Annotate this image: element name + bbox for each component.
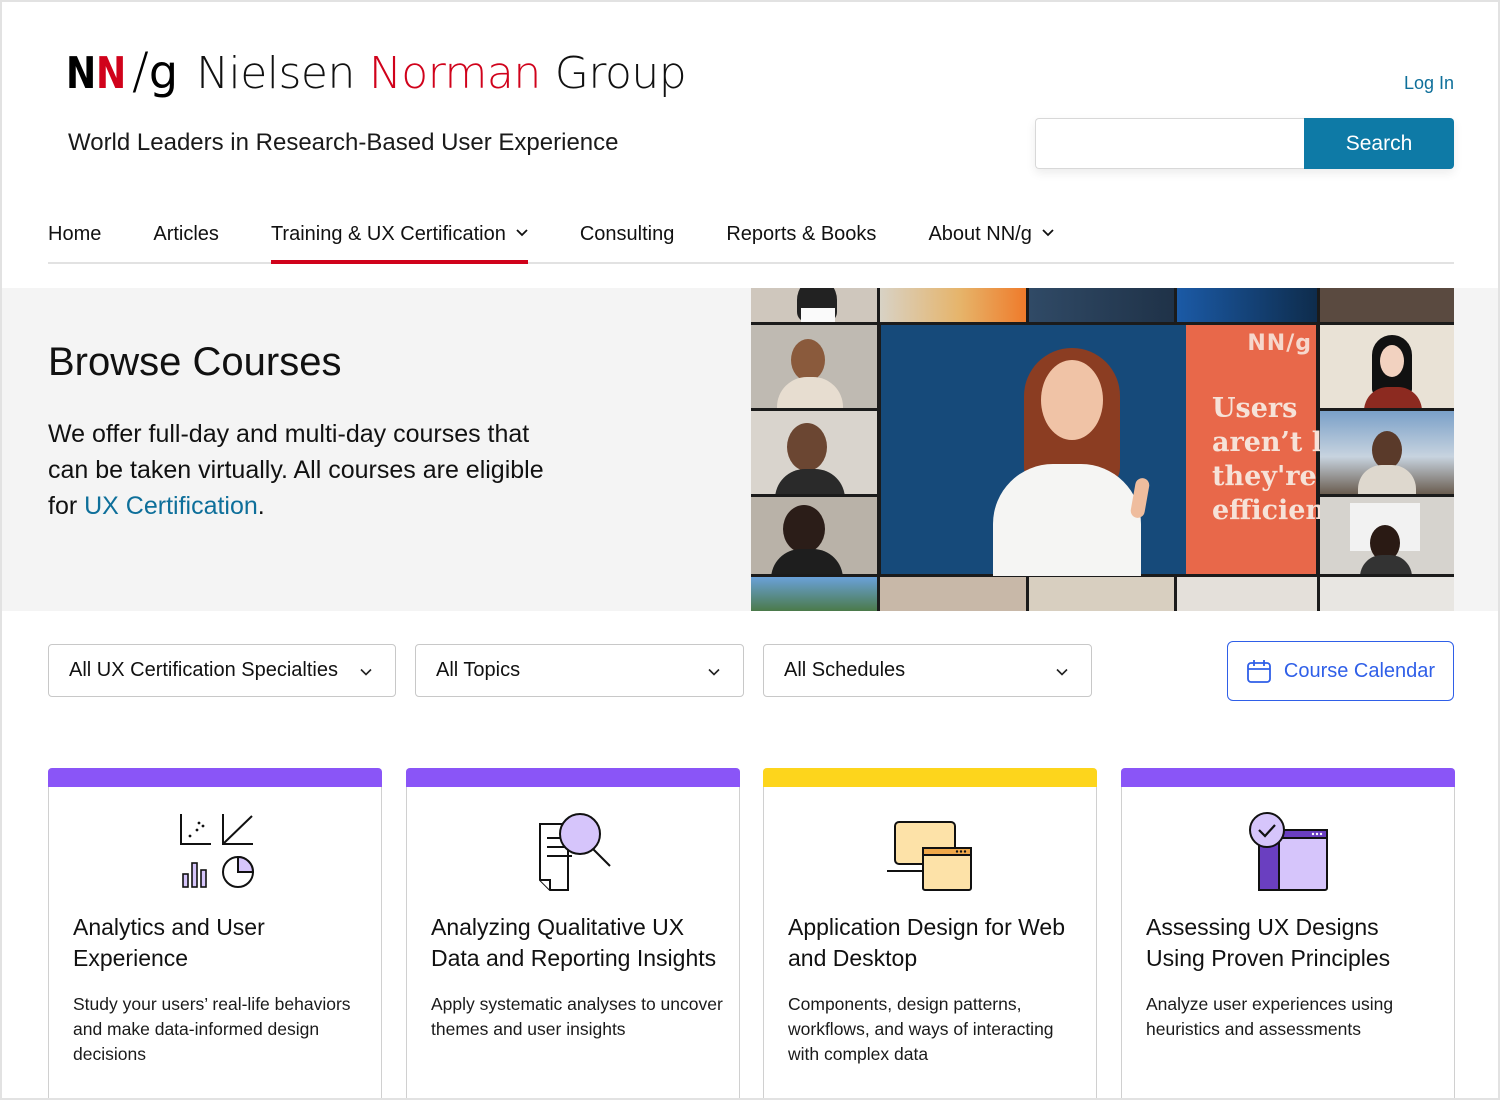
select-value: All UX Certification Specialties (69, 659, 338, 681)
site-tagline: World Leaders in Research-Based User Exp… (68, 129, 619, 156)
hero-text-end: . (257, 492, 265, 520)
nav-item-consulting[interactable]: Consulting (580, 206, 675, 262)
page-title: Browse Courses (48, 340, 342, 384)
page: N N / g Nielsen Norman Group World Leade… (2, 2, 1498, 1098)
participant-tile (1177, 577, 1317, 611)
course-description: Analyze user experiences using heuristic… (1146, 994, 1394, 1039)
course-calendar-button[interactable]: Course Calendar (1227, 641, 1454, 701)
course-card[interactable]: Analytics and User Experience Study your… (48, 768, 382, 1098)
logo-word-norman: Norman (368, 48, 541, 99)
logo-g: g (148, 45, 179, 99)
banner-line: efficient (1212, 495, 1338, 526)
desktop-window-icon (887, 821, 972, 891)
participant-tile (1320, 325, 1454, 408)
logo-n-black: N (66, 48, 98, 99)
nng-banner: NN/g Users aren’t la they're efficient (1186, 325, 1340, 574)
course-title[interactable]: Application Design for Web and Desktop (788, 912, 1084, 974)
analytics-charts-icon (180, 814, 255, 888)
nav-item-label: Articles (153, 222, 219, 245)
participant-tile (751, 325, 877, 408)
course-card[interactable]: Analyzing Qualitative UX Data and Report… (406, 768, 740, 1098)
banner-line: they're (1212, 461, 1317, 492)
course-title[interactable]: Analyzing Qualitative UX Data and Report… (431, 912, 727, 974)
participant-tile (751, 497, 877, 574)
course-calendar-label: Course Calendar (1283, 659, 1436, 682)
nav-item-label: Reports & Books (726, 222, 877, 245)
select-value: All Topics (436, 659, 521, 681)
course-description: Study your users’ real-life behaviors an… (73, 994, 351, 1064)
card-accent-bar (763, 768, 1097, 787)
nav-item-reports-books[interactable]: Reports & Books (726, 206, 876, 262)
course-description: Apply systematic analyses to uncover the… (431, 994, 723, 1039)
search-input[interactable] (1035, 118, 1304, 169)
ux-certification-link[interactable]: UX Certification (84, 492, 258, 520)
course-description: Components, design patterns, workflows, … (788, 994, 1054, 1064)
banner-line: Users (1212, 393, 1298, 424)
nav-item-home[interactable]: Home (48, 206, 101, 262)
logo-slash: / (132, 42, 149, 100)
chevron-down-icon (708, 668, 720, 676)
participant-tile (1029, 288, 1174, 322)
chevron-down-icon (516, 229, 528, 237)
document-magnifier-icon (539, 813, 611, 891)
course-title[interactable]: Analytics and User Experience (73, 912, 369, 974)
course-title[interactable]: Assessing UX Designs Using Proven Princi… (1146, 912, 1442, 974)
card-accent-bar (1121, 768, 1455, 787)
search-form: Search (1035, 118, 1454, 169)
banner-logo: NN/g (1247, 331, 1312, 356)
course-card[interactable]: Assessing UX Designs Using Proven Princi… (1121, 768, 1455, 1098)
schedule-filter-select[interactable]: All Schedules (763, 644, 1092, 697)
checkmark-window-icon (1249, 812, 1328, 891)
logo-n-red: N (96, 48, 127, 99)
participant-tile (880, 288, 1026, 322)
participant-tile (1320, 288, 1454, 322)
nav-item-label: About NN/g (928, 222, 1032, 245)
nav-item-articles[interactable]: Articles (153, 206, 219, 262)
login-link[interactable]: Log In (1404, 73, 1454, 94)
participant-tile (751, 411, 877, 494)
participant-tile (751, 577, 877, 611)
chevron-down-icon (1056, 668, 1068, 676)
nav-item-label: Consulting (579, 222, 675, 245)
hero-section: Browse Courses We offer full-day and mul… (2, 288, 1498, 611)
presenter-shirt (993, 464, 1141, 576)
hero-description: We offer full-day and multi-day courses … (48, 416, 568, 524)
logo-word-nielsen: Nielsen (196, 48, 355, 99)
participant-tile (1177, 288, 1317, 322)
chevron-down-icon (1042, 229, 1054, 237)
site-logo[interactable]: N N / g Nielsen Norman Group (66, 42, 700, 102)
select-value: All Schedules (784, 659, 906, 681)
participant-tile (880, 577, 1026, 611)
participant-tile (1320, 497, 1454, 574)
participant-tile (1320, 577, 1454, 611)
nav-item-label: Home (48, 222, 102, 245)
main-nav: Home Articles Training & UX Certificatio… (48, 206, 1454, 264)
logo-word-group: Group (554, 48, 687, 99)
calendar-icon (1246, 660, 1271, 683)
chevron-down-icon (360, 668, 372, 676)
topic-filter-select[interactable]: All Topics (415, 644, 744, 697)
participant-tile (1029, 577, 1174, 611)
course-card[interactable]: Application Design for Web and Desktop C… (763, 768, 1097, 1098)
card-accent-bar (48, 768, 382, 787)
nav-item-training[interactable]: Training & UX Certification (270, 206, 528, 264)
participant-tile (751, 288, 877, 322)
search-button[interactable]: Search (1304, 118, 1454, 169)
presenter-face (1041, 360, 1103, 440)
nav-item-about[interactable]: About NN/g (928, 206, 1054, 262)
specialty-filter-select[interactable]: All UX Certification Specialties (48, 644, 396, 697)
participant-tile (1320, 411, 1454, 494)
hero-image-video-grid: NN/g Users aren’t la they're efficient (751, 288, 1454, 611)
card-accent-bar (406, 768, 740, 787)
nav-item-label: Training & UX Certification (270, 222, 506, 245)
